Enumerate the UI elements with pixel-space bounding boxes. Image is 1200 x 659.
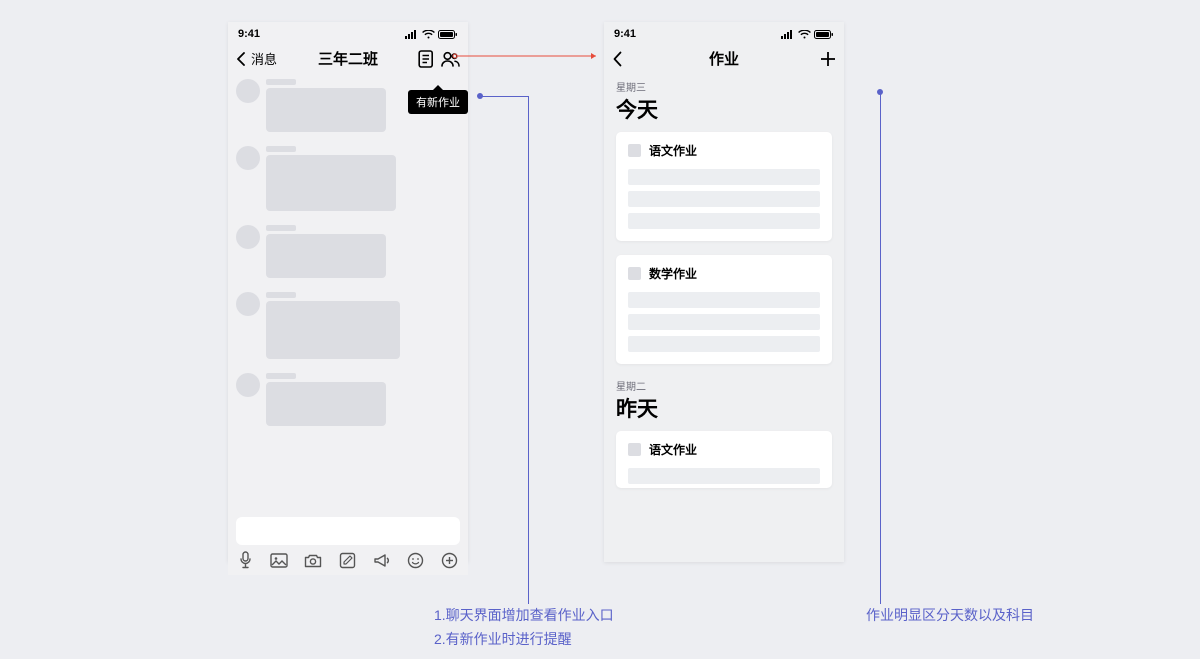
signal-icon xyxy=(781,30,795,39)
homework-card[interactable]: 语文作业 xyxy=(616,431,832,488)
wifi-icon xyxy=(798,30,811,39)
more-button[interactable] xyxy=(441,552,458,569)
subject-checkbox[interactable] xyxy=(628,443,641,456)
wifi-icon xyxy=(422,30,435,39)
avatar xyxy=(236,79,260,103)
battery-icon xyxy=(814,30,834,39)
subject-label: 语文作业 xyxy=(649,142,697,159)
battery-icon xyxy=(438,30,458,39)
camera-button[interactable] xyxy=(304,553,322,568)
homework-title: 作业 xyxy=(658,48,790,69)
chat-input-area xyxy=(228,517,468,575)
chat-title: 三年二班 xyxy=(282,48,414,69)
broadcast-button[interactable] xyxy=(373,553,391,568)
back-button[interactable]: 消息 xyxy=(236,49,282,68)
annotation-text: 作业明显区分天数以及科目 xyxy=(866,607,1034,623)
homework-card[interactable]: 数学作业 xyxy=(616,255,832,364)
smiley-icon xyxy=(407,552,424,569)
homework-screen-mockup: 9:41 作业 星期三 今天 语文作业 xyxy=(604,22,844,562)
homework-navbar: 作业 xyxy=(604,42,844,73)
subject-checkbox[interactable] xyxy=(628,144,641,157)
avatar xyxy=(236,292,260,316)
status-icons xyxy=(781,30,834,39)
avatar xyxy=(236,146,260,170)
homework-day-section: 星期三 今天 语文作业 数学作业 xyxy=(616,79,832,364)
day-title: 昨天 xyxy=(616,393,832,423)
add-homework-button[interactable] xyxy=(820,51,836,67)
chat-navbar: 消息 三年二班 xyxy=(228,42,468,73)
status-icons xyxy=(405,30,458,39)
back-label: 消息 xyxy=(251,49,277,68)
annotation-line xyxy=(880,92,881,604)
annotation-line xyxy=(480,96,528,97)
homework-list[interactable]: 星期三 今天 语文作业 数学作业 星期二 昨天 xyxy=(604,73,844,565)
compose-icon xyxy=(339,552,356,569)
chat-message xyxy=(236,373,460,426)
status-time: 9:41 xyxy=(238,28,260,40)
plus-circle-icon xyxy=(441,552,458,569)
image-button[interactable] xyxy=(270,553,288,568)
subject-checkbox[interactable] xyxy=(628,267,641,280)
weekday-label: 星期三 xyxy=(616,79,832,94)
microphone-icon xyxy=(238,551,253,569)
chevron-left-icon xyxy=(236,52,245,66)
emoji-button[interactable] xyxy=(407,552,424,569)
annotation-text: 1.聊天界面增加查看作业入口 xyxy=(434,604,614,628)
new-homework-tooltip: 有新作业 xyxy=(408,90,468,114)
annotation-line xyxy=(528,96,529,604)
homework-entry-icon[interactable] xyxy=(418,50,435,68)
status-time: 9:41 xyxy=(614,28,636,40)
subject-label: 语文作业 xyxy=(649,441,697,458)
day-title: 今天 xyxy=(616,94,832,124)
chevron-left-icon xyxy=(612,51,622,67)
document-icon xyxy=(418,50,435,68)
chat-screen-mockup: 9:41 消息 三年二班 有新作业 xyxy=(228,22,468,562)
flow-arrow xyxy=(452,51,604,61)
homework-day-section: 星期二 昨天 语文作业 xyxy=(616,378,832,488)
message-input[interactable] xyxy=(236,517,460,545)
chat-message xyxy=(236,225,460,278)
subject-label: 数学作业 xyxy=(649,265,697,282)
annotation-chat: 1.聊天界面增加查看作业入口 2.有新作业时进行提醒 xyxy=(434,604,614,652)
chat-message xyxy=(236,146,460,211)
weekday-label: 星期二 xyxy=(616,378,832,393)
chat-message xyxy=(236,292,460,359)
voice-button[interactable] xyxy=(238,551,253,569)
annotation-homework: 作业明显区分天数以及科目 xyxy=(866,604,1034,628)
chat-message-list[interactable] xyxy=(228,73,468,517)
status-bar: 9:41 xyxy=(228,22,468,42)
image-icon xyxy=(270,553,288,568)
annotation-text: 2.有新作业时进行提醒 xyxy=(434,628,614,652)
avatar xyxy=(236,373,260,397)
homework-card[interactable]: 语文作业 xyxy=(616,132,832,241)
plus-icon xyxy=(820,51,836,67)
tooltip-text: 有新作业 xyxy=(416,97,460,109)
status-bar: 9:41 xyxy=(604,22,844,42)
back-button[interactable] xyxy=(612,51,622,67)
compose-button[interactable] xyxy=(339,552,356,569)
avatar xyxy=(236,225,260,249)
camera-icon xyxy=(304,553,322,568)
signal-icon xyxy=(405,30,419,39)
megaphone-icon xyxy=(373,553,391,568)
